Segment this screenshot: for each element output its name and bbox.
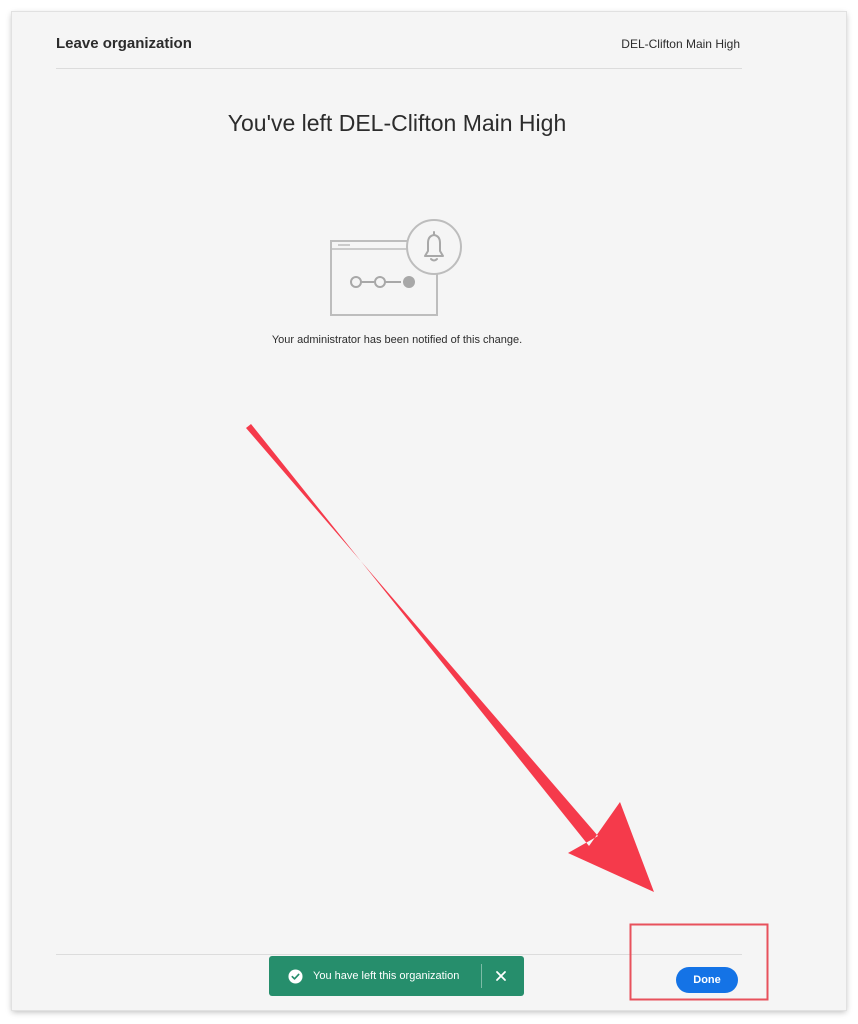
header-divider (56, 68, 742, 69)
done-button[interactable]: Done (676, 967, 738, 993)
toast-message: You have left this organization (313, 970, 460, 982)
checkmark-circle-icon (288, 968, 303, 984)
footer-divider (56, 954, 742, 955)
success-toast: You have left this organization (269, 956, 524, 996)
dialog-title: Leave organization (56, 35, 192, 52)
notification-text: Your administrator has been notified of … (271, 334, 523, 346)
organization-name: DEL-Clifton Main High (621, 37, 740, 51)
close-icon[interactable] (493, 968, 509, 984)
page-heading: You've left DEL-Clifton Main High (227, 110, 567, 136)
leave-organization-dialog: Leave organization DEL-Clifton Main High… (12, 12, 846, 1010)
bell-notification-illustration (330, 219, 462, 316)
toast-divider (481, 964, 482, 988)
